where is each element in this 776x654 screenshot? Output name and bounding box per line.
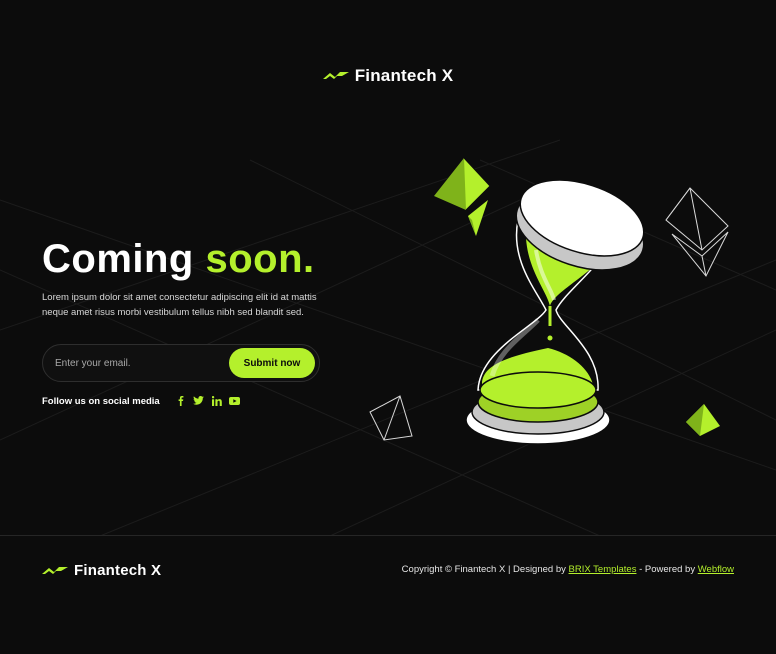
page-title: Coming soon.	[42, 236, 315, 282]
pyramid-outline-icon	[369, 395, 413, 441]
twitter-icon[interactable]	[192, 394, 206, 408]
brand-name: Finantech X	[354, 66, 454, 85]
submit-button[interactable]: Submit now	[229, 348, 315, 378]
finantech-logo-icon	[42, 566, 68, 574]
powered-text: - Powered by	[639, 564, 696, 575]
youtube-icon[interactable]	[228, 394, 242, 408]
footer-brand-name: Finantech X	[74, 562, 162, 579]
footer-logo[interactable]: Finantech X	[42, 562, 161, 579]
webflow-link[interactable]: Webflow	[698, 564, 734, 575]
footer-divider	[0, 535, 776, 536]
ethereum-crystal-green-icon	[433, 157, 491, 236]
brix-templates-link[interactable]: BRIX Templates	[569, 564, 637, 575]
title-accent: soon.	[205, 237, 315, 281]
social-row: Follow us on social media	[42, 394, 246, 408]
copyright-text: Copyright © Finantech X | Designed by BR…	[402, 564, 734, 575]
pyramid-green-icon	[686, 404, 720, 436]
header-logo[interactable]: Finantech X	[0, 66, 776, 86]
ethereum-crystal-outline-icon	[665, 187, 729, 277]
hero-illustration	[369, 157, 729, 445]
social-label: Follow us on social media	[42, 395, 160, 407]
linkedin-icon[interactable]	[210, 394, 224, 408]
finantech-logo-icon	[322, 72, 349, 79]
email-signup-form: Submit now	[42, 344, 320, 382]
email-input[interactable]	[43, 345, 229, 381]
facebook-icon[interactable]	[174, 394, 188, 408]
hourglass-icon	[465, 179, 645, 445]
copyright-prefix: Copyright © Finantech X | Designed by	[401, 564, 566, 575]
hero-description: Lorem ipsum dolor sit amet consectetur a…	[42, 292, 317, 318]
title-main: Coming	[42, 237, 194, 281]
